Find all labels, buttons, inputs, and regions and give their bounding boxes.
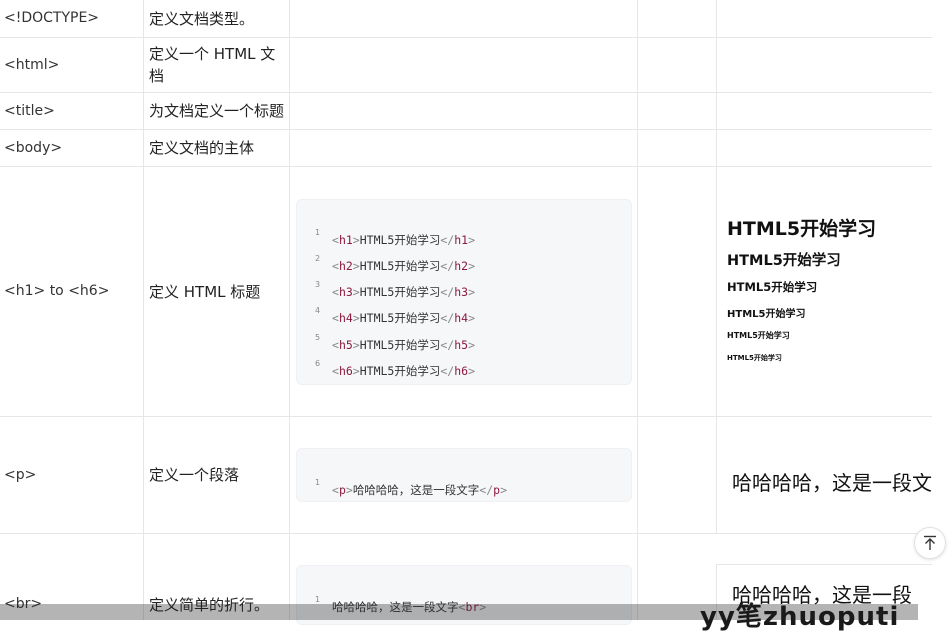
table-row: <body> 定义文档的主体 (0, 130, 932, 167)
back-to-top-button[interactable] (914, 527, 946, 559)
description-cell: 定义 HTML 标题 (149, 283, 261, 301)
description-cell: 定义文档类型。 (149, 10, 255, 28)
preview-h2: HTML5开始学习 (727, 253, 841, 269)
arrow-up-to-line-icon (924, 535, 936, 550)
code-block: 1 <h1>HTML5开始学习</h1> 2 <h2>HTML5开始学习</h2… (296, 199, 632, 385)
tag-cell: <!DOCTYPE> (4, 10, 100, 26)
paragraph-preview: 哈哈哈哈，这是一段文 (732, 471, 932, 495)
table-row: <html> 定义一个 HTML 文档 (0, 38, 932, 93)
description-cell: 为文档定义一个标题 (149, 102, 285, 120)
watermark: yy笔zhuoputi (700, 602, 900, 632)
description-cell: 定义一个段落 (149, 466, 240, 484)
preview-h1: HTML5开始学习 (727, 218, 877, 240)
tag-cell: <h1> to <h6> (4, 283, 110, 299)
preview-h6: HTML5开始学习 (727, 354, 782, 362)
code-block: 1 <p>哈哈哈哈，这是一段文字</p> (296, 448, 632, 502)
tag-cell: <html> (4, 57, 60, 73)
tag-cell: <title> (4, 103, 55, 119)
table-row: <p> 定义一个段落 1 <p>哈哈哈哈，这是一段文字</p> 哈哈哈哈，这是一… (0, 417, 932, 534)
table-row: <title> 为文档定义一个标题 (0, 93, 932, 130)
preview-h5: HTML5开始学习 (727, 331, 790, 340)
description-cell: 定义一个 HTML 文档 (149, 45, 276, 85)
preview-h3: HTML5开始学习 (727, 280, 818, 294)
tag-cell: <p> (4, 467, 37, 483)
table-row: <h1> to <h6> 定义 HTML 标题 1 <h1>HTML5开始学习<… (0, 167, 932, 417)
description-cell: 定义文档的主体 (149, 139, 255, 157)
tag-cell: <body> (4, 140, 63, 156)
heading-preview: HTML5开始学习 HTML5开始学习 HTML5开始学习 HTML5开始学习 … (716, 167, 932, 416)
preview-h4: HTML5开始学习 (727, 309, 806, 320)
table-row: <!DOCTYPE> 定义文档类型。 (0, 0, 932, 38)
